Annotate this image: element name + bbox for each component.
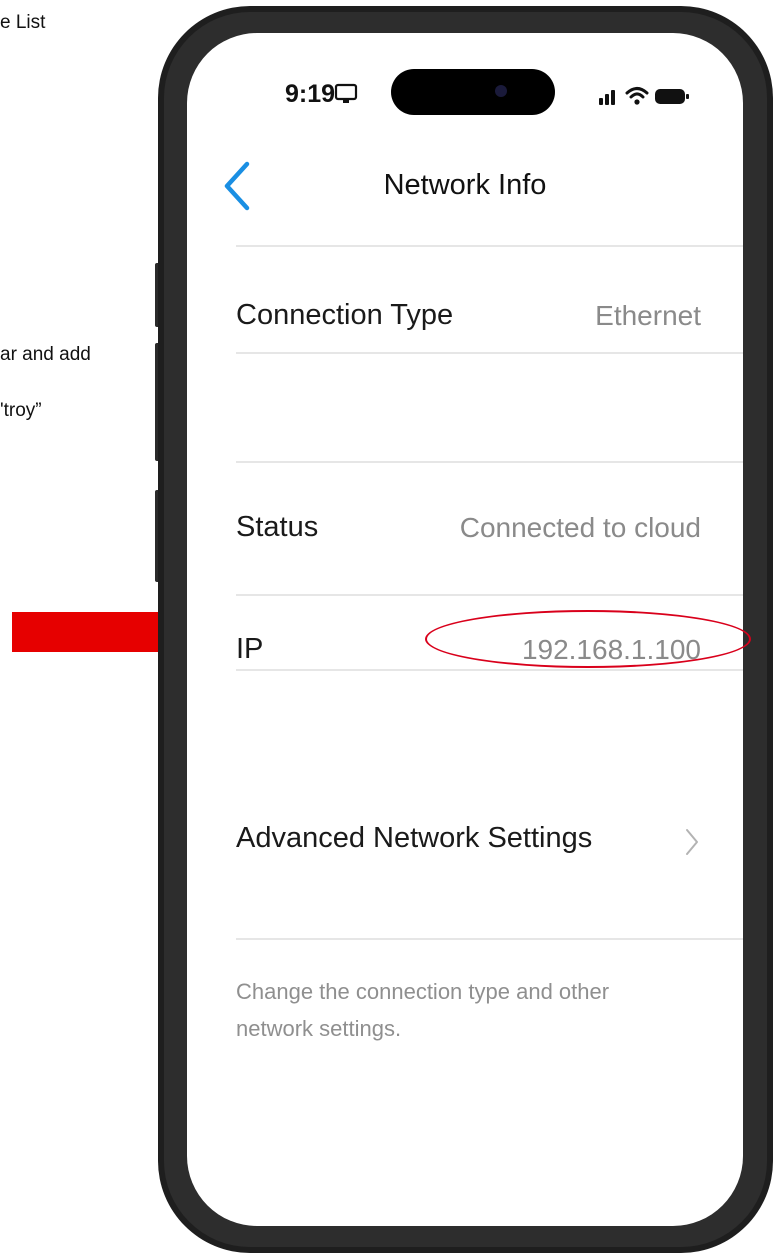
divider	[236, 461, 743, 463]
status-time: 9:19	[285, 80, 336, 108]
wifi-icon	[625, 87, 649, 105]
ip-label: IP	[236, 633, 264, 665]
front-camera	[495, 85, 507, 97]
annotation-ellipse	[425, 610, 751, 668]
status-value: Connected to cloud	[459, 512, 701, 543]
background-doc-text: 'troy”	[0, 400, 42, 421]
status-label: Status	[236, 511, 319, 543]
connection-type-label: Connection Type	[236, 299, 454, 331]
chevron-right-icon	[686, 829, 698, 855]
battery-icon	[655, 89, 689, 104]
background-doc-text: e List	[0, 12, 46, 33]
divider	[236, 594, 743, 596]
status-icons	[599, 87, 689, 105]
divider	[236, 938, 743, 940]
dynamic-island	[391, 69, 555, 115]
page-title: Network Info	[383, 169, 547, 201]
divider	[236, 245, 743, 247]
connection-type-value: Ethernet	[595, 300, 701, 331]
screen-mirroring-icon	[334, 83, 358, 103]
divider	[236, 352, 743, 354]
cellular-signal-icon	[599, 90, 615, 105]
footnote-text: Change the connection type and other net…	[236, 979, 610, 1041]
advanced-network-settings-label: Advanced Network Settings	[236, 822, 593, 854]
background-doc-text: ar and add	[0, 344, 91, 365]
divider	[236, 669, 743, 671]
